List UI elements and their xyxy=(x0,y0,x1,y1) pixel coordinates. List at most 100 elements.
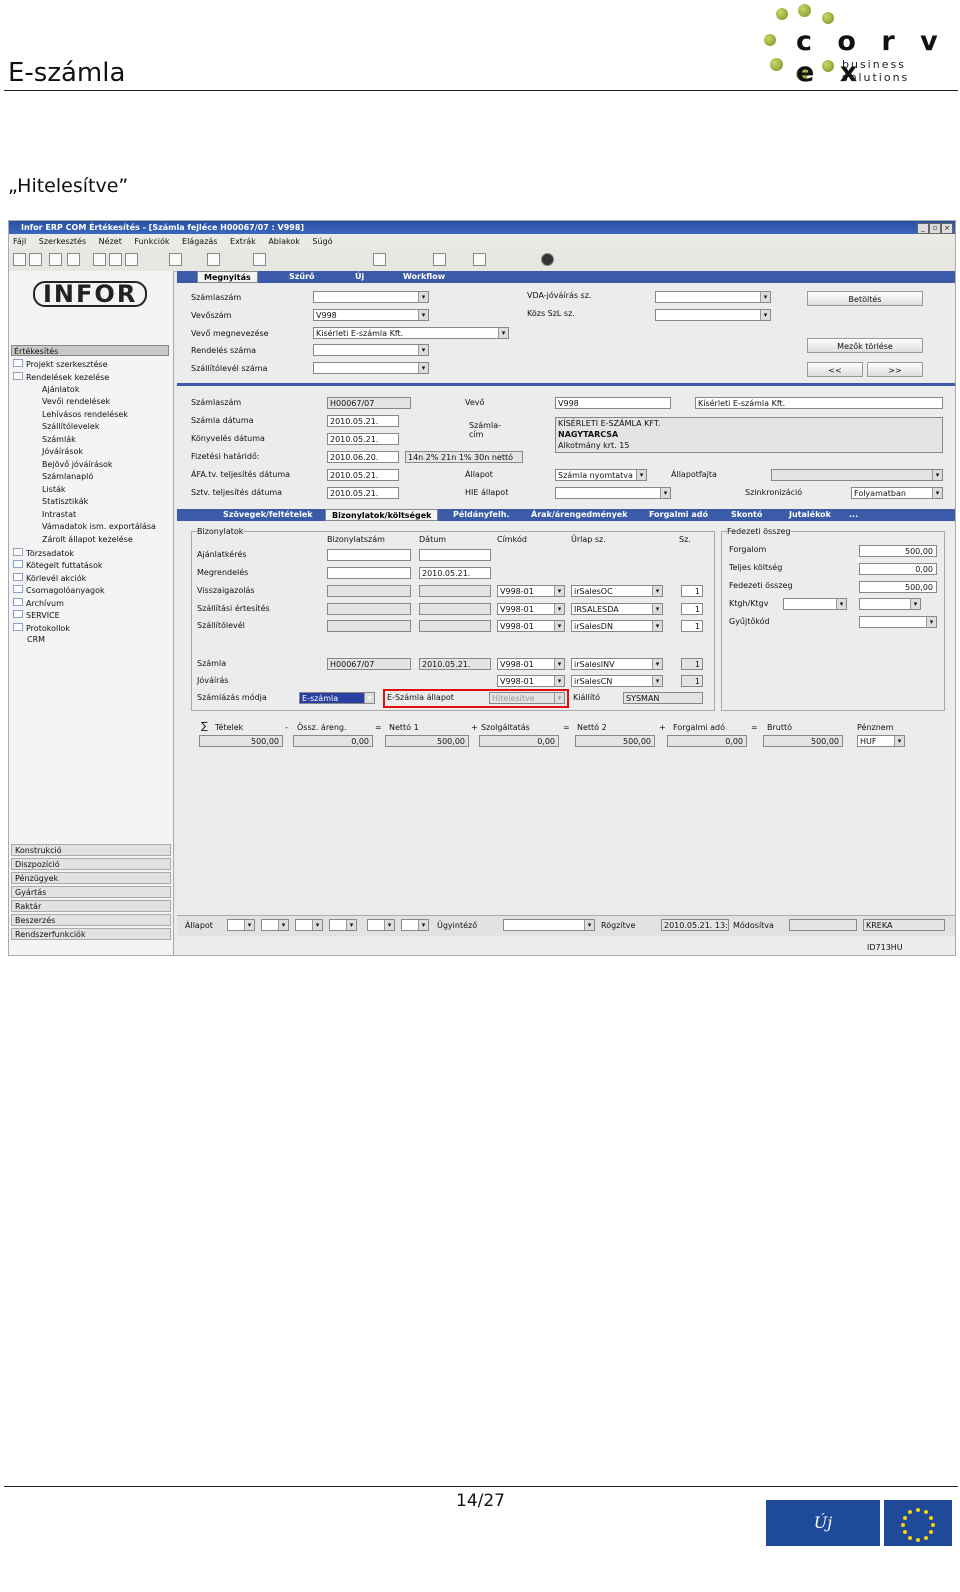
nav-diszpozicio[interactable]: Diszpozíció xyxy=(11,858,171,870)
kozsz-input[interactable] xyxy=(655,309,771,321)
up-arrow-icon[interactable] xyxy=(169,253,182,266)
tab-peldanyfelh[interactable]: Példányfelh. xyxy=(453,509,509,521)
open-icon[interactable] xyxy=(29,253,42,266)
tree-item[interactable]: SERVICE xyxy=(13,610,60,620)
row-cimkod[interactable]: V998-01 xyxy=(497,585,565,597)
vevoszam-input[interactable]: V998 xyxy=(313,309,429,321)
row-number[interactable] xyxy=(327,549,411,561)
grid-icon[interactable] xyxy=(253,253,266,266)
menu-funkciok[interactable]: Funkciók xyxy=(134,237,169,246)
menu-fajl[interactable]: Fájl xyxy=(13,237,26,246)
nav-beszerzes[interactable]: Beszerzés xyxy=(11,914,171,926)
gyujto-select[interactable] xyxy=(859,616,937,628)
row-urlap[interactable]: IRSALESDA xyxy=(571,603,663,615)
status-select-5[interactable] xyxy=(367,919,395,931)
tab-megnyitas[interactable]: Megnyitás xyxy=(197,271,258,283)
paste-icon[interactable] xyxy=(125,253,138,266)
tree-item[interactable]: Statisztikák xyxy=(42,497,88,506)
minimize-button[interactable]: _ xyxy=(917,223,929,234)
menu-extrak[interactable]: Extrák xyxy=(230,237,256,246)
nav-penzugyek[interactable]: Pénzügyek xyxy=(11,872,171,884)
tab-szovegek[interactable]: Szövegek/feltételek xyxy=(223,509,313,521)
tab-forgalmi-ado[interactable]: Forgalmi adó xyxy=(649,509,708,521)
close-button[interactable]: × xyxy=(941,223,953,234)
restore-button[interactable]: ▫ xyxy=(929,223,941,234)
vevo-megnev-input[interactable]: Kisérleti E-számla Kft. xyxy=(313,327,509,339)
excel-icon[interactable] xyxy=(473,253,486,266)
tree-item[interactable]: Bejövő jóváírások xyxy=(42,460,113,469)
tab-bizonylatok[interactable]: Bizonylatok/költségek xyxy=(325,509,439,521)
row-date[interactable]: 2010.05.21. xyxy=(419,567,491,579)
print-icon[interactable] xyxy=(67,253,80,266)
menu-szerkesztes[interactable]: Szerkesztés xyxy=(39,237,86,246)
nav-konstrukcio[interactable]: Konstrukció xyxy=(11,844,171,856)
tree-item[interactable]: Protokollok xyxy=(13,623,70,633)
menu-ablakok[interactable]: Ablakok xyxy=(268,237,300,246)
tab-jutalekok[interactable]: Jutalékok xyxy=(789,509,831,521)
status-select-3[interactable] xyxy=(295,919,323,931)
nav-raktar[interactable]: Raktár xyxy=(11,900,171,912)
vevo-field[interactable]: V998 xyxy=(555,397,671,409)
allapotfajta-select[interactable] xyxy=(771,469,943,481)
row-urlap[interactable]: irSalesOC xyxy=(571,585,663,597)
mezok-torlese-button[interactable]: Mezők törlése xyxy=(807,338,923,353)
tree-item[interactable]: Vevői rendelések xyxy=(42,397,110,406)
tree-item[interactable]: Csomagolóanyagok xyxy=(13,585,105,595)
tab-more[interactable]: ... xyxy=(849,509,858,521)
tree-item[interactable]: Ajánlatok xyxy=(42,385,79,394)
new-icon[interactable] xyxy=(13,253,26,266)
tab-szuro[interactable]: Szűrő xyxy=(289,271,315,283)
fizetesi-field[interactable]: 2010.06.20. xyxy=(327,451,399,463)
ktgh-select[interactable] xyxy=(783,598,847,610)
tree-item[interactable]: Számlák xyxy=(42,435,76,444)
sidebar-header[interactable]: Értékesítés xyxy=(11,345,169,356)
tab-arak[interactable]: Árak/árengedmények xyxy=(531,509,628,521)
ktgv-select[interactable] xyxy=(859,598,921,610)
tree-item[interactable]: Szállítólevelek xyxy=(42,422,99,431)
ugyintezo-select[interactable] xyxy=(503,919,595,931)
penznem-select[interactable]: HUF xyxy=(857,735,905,747)
row-number[interactable] xyxy=(327,567,411,579)
tree-item[interactable]: Kötegelt futtatások xyxy=(13,560,103,570)
row-cimkod[interactable]: V998-01 xyxy=(497,620,565,632)
sztv-field[interactable]: 2010.05.21. xyxy=(327,487,399,499)
filter-icon[interactable] xyxy=(207,253,220,266)
row-urlap[interactable]: irSalesDN xyxy=(571,620,663,632)
tree-item[interactable]: Lehívásos rendelések xyxy=(42,410,128,419)
menu-elagazas[interactable]: Elágazás xyxy=(182,237,217,246)
tree-item[interactable]: CRM xyxy=(27,635,45,644)
row-date[interactable] xyxy=(419,549,491,561)
nav-rendszerfunkciok[interactable]: Rendszerfunkciók xyxy=(11,928,171,940)
help-icon[interactable] xyxy=(541,253,554,266)
row-cimkod[interactable]: V998-01 xyxy=(497,658,565,670)
tree-item[interactable]: Számlanapló xyxy=(42,472,93,481)
szamlaszam-input[interactable] xyxy=(313,291,429,303)
save-icon[interactable] xyxy=(49,253,62,266)
copy-icon[interactable] xyxy=(109,253,122,266)
edit-icon[interactable] xyxy=(373,253,386,266)
next-button[interactable]: >> xyxy=(867,362,923,377)
szinkron-select[interactable]: Folyamatban xyxy=(851,487,943,499)
status-select-2[interactable] xyxy=(261,919,289,931)
afa-field[interactable]: 2010.05.21. xyxy=(327,469,399,481)
row-sz[interactable]: 1 xyxy=(681,585,703,597)
tree-item[interactable]: Intrastat xyxy=(42,510,76,519)
row-sz[interactable]: 1 xyxy=(681,620,703,632)
menu-nezet[interactable]: Nézet xyxy=(99,237,122,246)
nav-gyartas[interactable]: Gyártás xyxy=(11,886,171,898)
menu-sugo[interactable]: Súgó xyxy=(312,237,332,246)
betoltes-button[interactable]: Betöltés xyxy=(807,291,923,306)
row-cimkod[interactable]: V998-01 xyxy=(497,675,565,687)
status-select-1[interactable] xyxy=(227,919,255,931)
row-urlap[interactable]: irSalesINV xyxy=(571,658,663,670)
tab-workflow[interactable]: Workflow xyxy=(403,271,445,283)
status-select-4[interactable] xyxy=(329,919,357,931)
prev-button[interactable]: << xyxy=(807,362,863,377)
cut-icon[interactable] xyxy=(93,253,106,266)
tree-item[interactable]: Rendelések kezelése xyxy=(13,372,109,382)
konyveles-field[interactable]: 2010.05.21. xyxy=(327,433,399,445)
tab-uj[interactable]: Új xyxy=(355,271,364,283)
tree-item[interactable]: Törzsadatok xyxy=(13,548,74,558)
row-sz[interactable]: 1 xyxy=(681,603,703,615)
szallitolevel-input[interactable] xyxy=(313,362,429,374)
